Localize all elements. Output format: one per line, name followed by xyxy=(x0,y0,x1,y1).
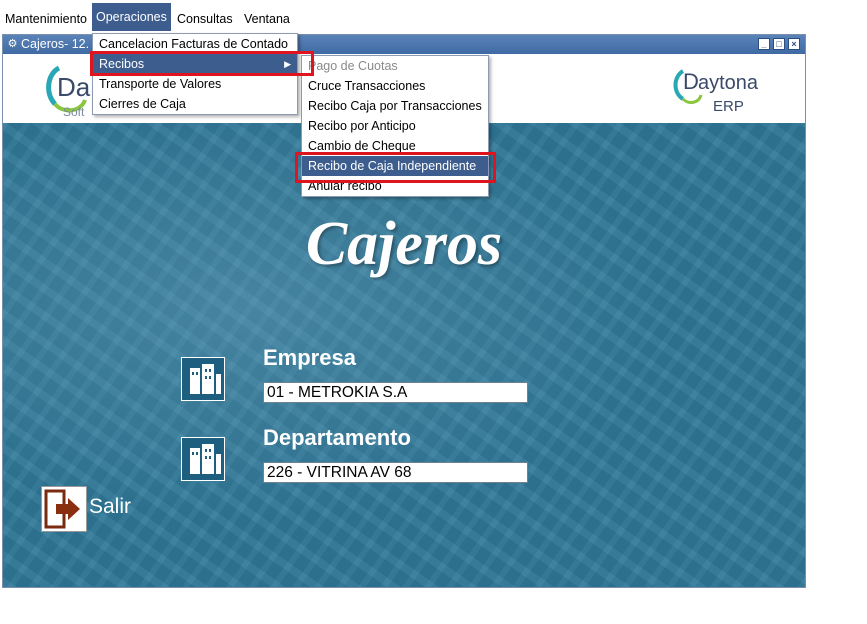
menu-item-recibos-label: Recibos xyxy=(99,57,145,71)
operaciones-menu: Cancelacion Facturas de Contado Recibos … xyxy=(92,33,298,115)
window-app-icon: ⚙ xyxy=(7,38,18,50)
minimize-icon[interactable]: _ xyxy=(758,38,770,50)
menu-item-cierres-caja[interactable]: Cierres de Caja xyxy=(93,94,297,114)
menu-ventana[interactable]: Ventana xyxy=(240,9,294,30)
submenu-arrow-icon: ▶ xyxy=(284,59,291,69)
daytona-erp-logo: D aytona ERP xyxy=(673,69,759,115)
menu-item-recibos[interactable]: Recibos ▶ xyxy=(93,54,297,74)
building-icon-departamento[interactable] xyxy=(181,437,225,481)
menu-item-anular-recibo[interactable]: Anular recibo xyxy=(302,176,488,196)
departamento-field[interactable]: 226 - VITRINA AV 68 xyxy=(263,462,528,483)
page-title: Cajeros xyxy=(305,210,503,278)
menu-item-recibo-anticipo[interactable]: Recibo por Anticipo xyxy=(302,116,488,136)
menu-item-cancelacion-facturas[interactable]: Cancelacion Facturas de Contado xyxy=(93,34,297,54)
menubar: Mantenimiento Operaciones Consultas Vent… xyxy=(0,3,867,31)
menu-item-recibo-caja-independiente[interactable]: Recibo de Caja Independiente xyxy=(302,156,488,176)
window-title: Cajeros- 12. xyxy=(21,37,90,51)
empresa-label: Empresa xyxy=(263,345,356,370)
logo-left-soft-text: Soft xyxy=(63,105,85,119)
menu-item-transporte-valores[interactable]: Transporte de Valores xyxy=(93,74,297,94)
recibos-submenu: Pago de Cuotas Cruce Transacciones Recib… xyxy=(301,55,489,197)
svg-text:Da: Da xyxy=(57,72,91,102)
close-icon[interactable]: × xyxy=(788,38,800,50)
maximize-icon[interactable]: □ xyxy=(773,38,785,50)
departamento-label: Departamento xyxy=(263,425,411,450)
menu-item-cruce-transacciones[interactable]: Cruce Transacciones xyxy=(302,76,488,96)
menu-item-pago-cuotas[interactable]: Pago de Cuotas xyxy=(302,56,488,76)
building-icon-empresa[interactable] xyxy=(181,357,225,401)
svg-text:D: D xyxy=(683,69,699,94)
salir-button[interactable]: Salir xyxy=(89,495,131,519)
menu-item-recibo-caja-transacciones[interactable]: Recibo Caja por Transacciones xyxy=(302,96,488,116)
menu-consultas[interactable]: Consultas xyxy=(173,9,237,30)
menu-operaciones[interactable]: Operaciones xyxy=(92,3,171,31)
logo-right-erp: ERP xyxy=(713,98,744,115)
empresa-field[interactable]: 01 - METROKIA S.A xyxy=(263,382,528,403)
menu-item-cambio-cheque[interactable]: Cambio de Cheque xyxy=(302,136,488,156)
menu-mantenimiento[interactable]: Mantenimiento xyxy=(1,9,91,30)
logo-right-name: aytona xyxy=(698,72,759,94)
exit-icon[interactable] xyxy=(41,486,87,532)
